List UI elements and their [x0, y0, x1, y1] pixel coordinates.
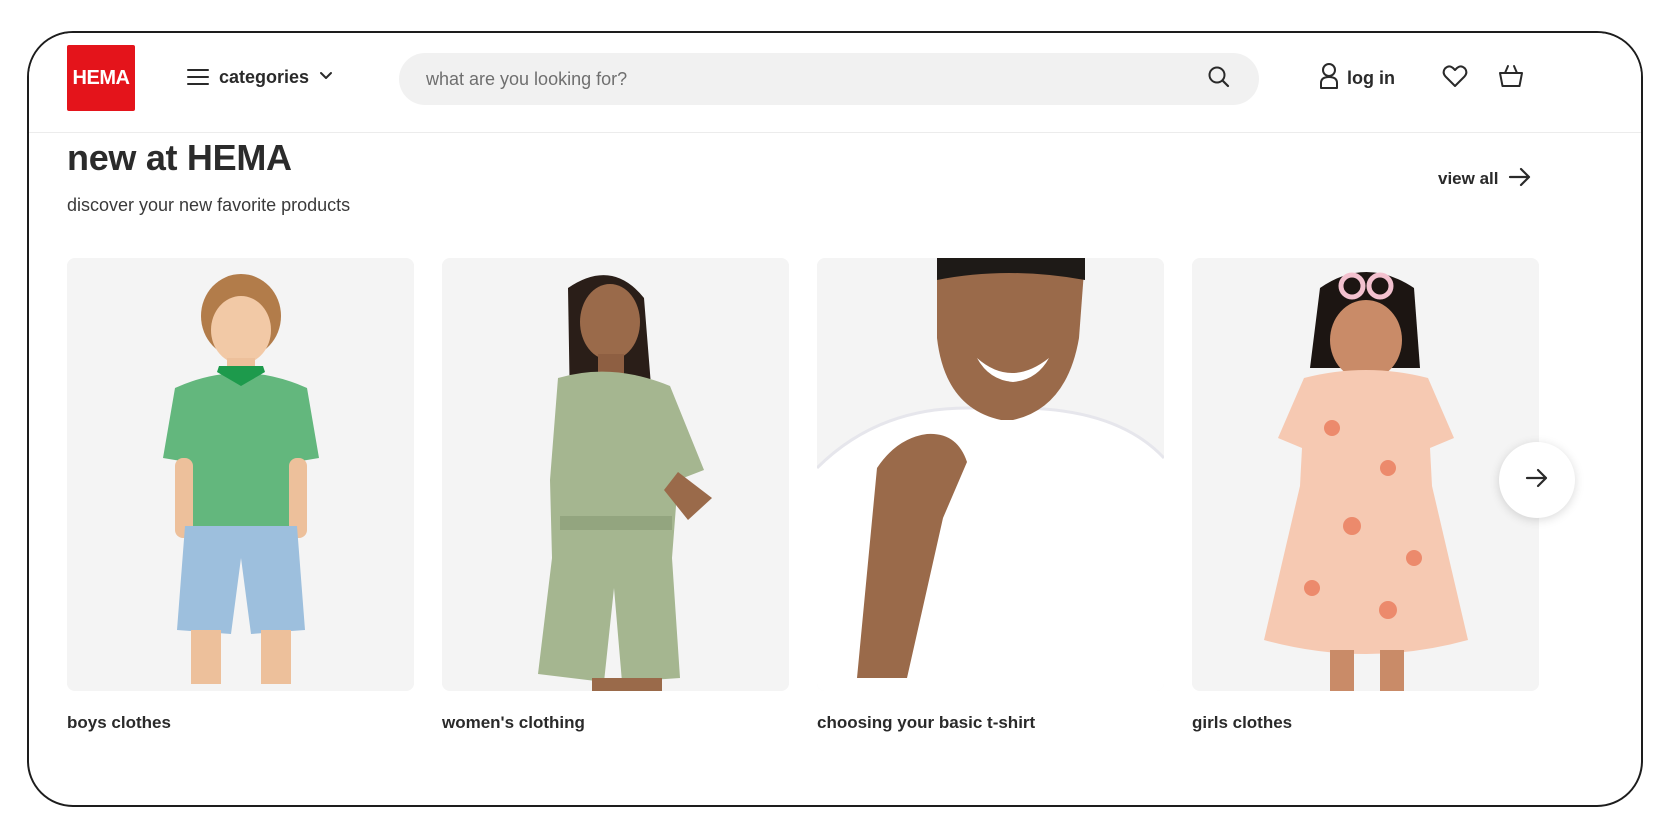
product-card-girls-clothes[interactable]: girls clothes [1192, 258, 1539, 733]
search-bar [399, 53, 1259, 105]
card-caption: women's clothing [442, 713, 585, 732]
search-icon [1207, 65, 1231, 94]
site-header: HEMA categories log in [29, 33, 1641, 133]
search-button[interactable] [1193, 53, 1245, 105]
categories-menu-button[interactable]: categories [187, 60, 333, 94]
arrow-right-icon [1525, 467, 1549, 494]
wishlist-button[interactable] [1440, 63, 1470, 93]
basic-tshirt-image [817, 258, 1164, 691]
hamburger-icon [187, 69, 209, 85]
card-caption: girls clothes [1192, 713, 1293, 732]
basket-icon [1498, 64, 1524, 93]
section-subtitle: discover your new favorite products [67, 195, 351, 215]
boys-clothes-image [67, 258, 414, 691]
arrow-right-icon [1508, 166, 1532, 193]
carousel-next-button[interactable] [1499, 442, 1575, 518]
card-caption: choosing your basic t-shirt [817, 713, 1036, 732]
view-all-label: view all [1438, 169, 1499, 188]
heart-icon [1442, 64, 1468, 93]
browser-frame: HEMA categories log in [27, 31, 1643, 807]
chevron-down-icon [319, 68, 333, 86]
product-card-womens-clothing[interactable]: women's clothing [442, 258, 789, 733]
categories-label: categories [219, 66, 310, 87]
section-title: new at HEMA [67, 137, 292, 178]
womens-clothing-image [442, 258, 789, 691]
product-card-basic-tshirt[interactable]: choosing your basic t-shirt [817, 258, 1164, 733]
card-caption: boys clothes [67, 713, 171, 732]
girls-clothes-image [1192, 258, 1539, 691]
login-label: log in [1347, 67, 1395, 88]
hema-logo[interactable]: HEMA [67, 45, 135, 111]
product-card-boys-clothes[interactable]: boys clothes [67, 258, 414, 733]
basket-button[interactable] [1496, 63, 1526, 93]
logo-text: HEMA [72, 66, 130, 89]
view-all-link[interactable]: view all [1438, 164, 1532, 194]
search-input[interactable] [399, 53, 1193, 105]
user-icon [1319, 62, 1339, 95]
login-button[interactable]: log in [1319, 62, 1395, 94]
